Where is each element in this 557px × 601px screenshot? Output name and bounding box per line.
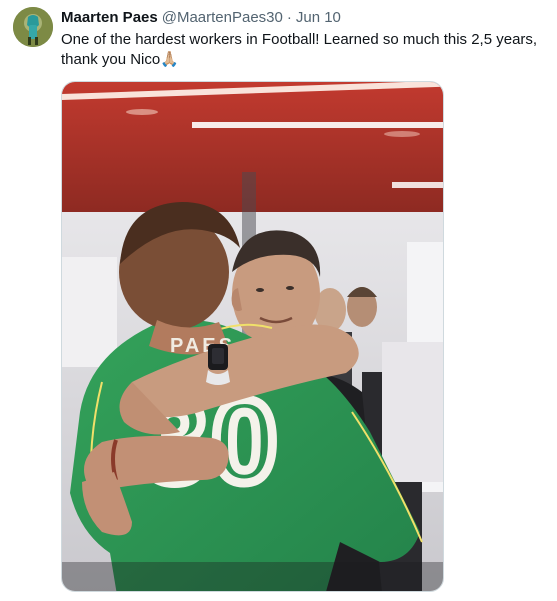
tweet-header: Maarten Paes @MaartenPaes30 · Jun 10 <box>61 8 341 28</box>
tweet-photo[interactable]: PAES 30 <box>61 81 444 592</box>
author-handle[interactable]: @MaartenPaes30 <box>162 9 283 26</box>
author-name[interactable]: Maarten Paes <box>61 9 158 26</box>
tweet-date[interactable]: Jun 10 <box>296 9 341 26</box>
photo-image: PAES 30 <box>62 82 443 591</box>
tweet-text: One of the hardest workers in Football! … <box>61 31 538 68</box>
avatar[interactable] <box>13 7 53 47</box>
tweet[interactable]: Maarten Paes @MaartenPaes30 · Jun 10 One of… <box>0 0 557 601</box>
separator: · <box>286 9 292 26</box>
